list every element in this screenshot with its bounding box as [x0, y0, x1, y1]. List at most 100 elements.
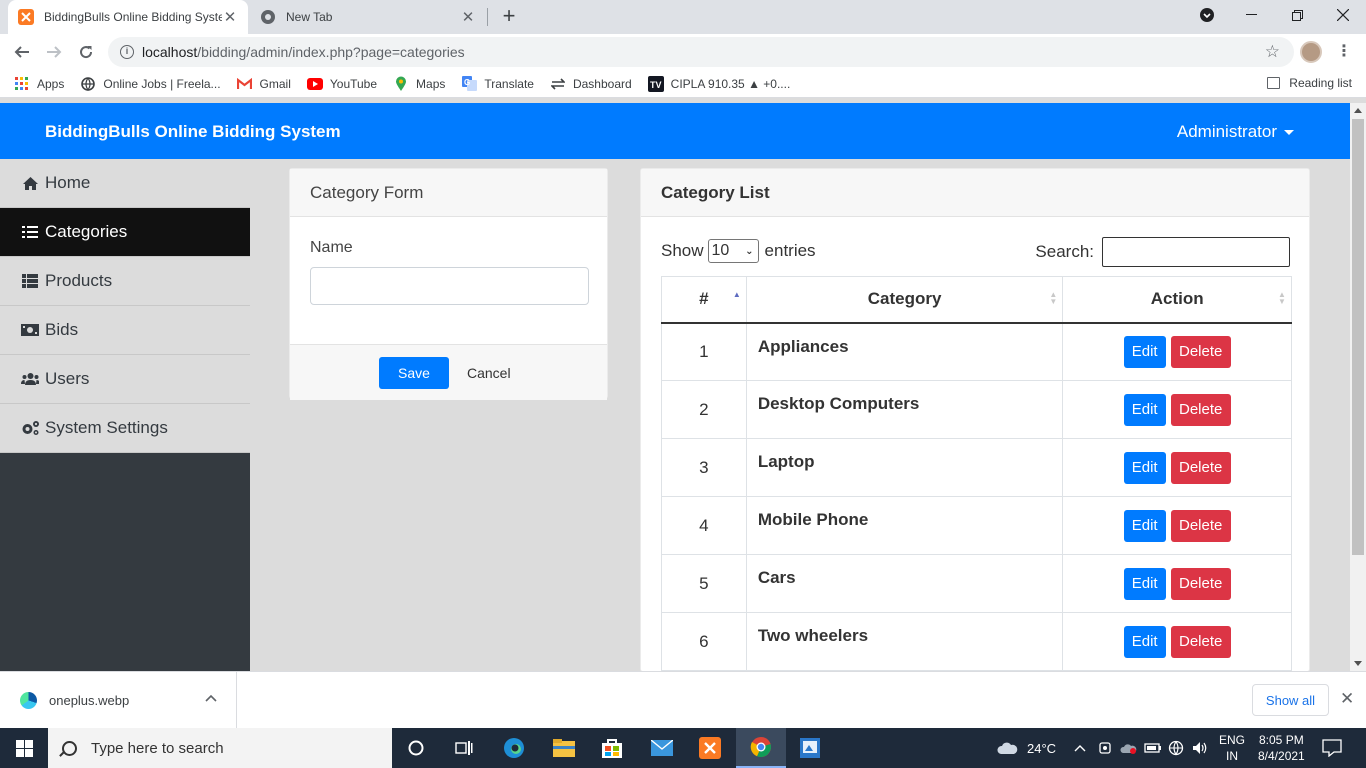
sidebar-item-categories[interactable]: Categories [0, 208, 250, 257]
mail-icon[interactable] [638, 728, 686, 768]
bookmark-cipla[interactable]: TV CIPLA 910.35 ▲ +0.... [647, 75, 790, 92]
sidebar-item-label: Bids [45, 320, 79, 339]
download-filename: oneplus.webp [49, 693, 130, 708]
battery-icon[interactable] [1144, 728, 1162, 768]
row-category: Laptop [745, 438, 1064, 497]
edit-button[interactable]: Edit [1123, 335, 1166, 368]
notifications-icon[interactable] [1322, 728, 1342, 768]
windows-start-icon[interactable] [0, 728, 48, 768]
xampp-icon[interactable] [686, 728, 734, 768]
edit-button[interactable]: Edit [1123, 625, 1166, 658]
tray-chevron-up-icon[interactable] [1074, 728, 1086, 768]
taskbar-search-box[interactable]: Type here to search [48, 728, 392, 768]
meet-now-icon[interactable] [1098, 728, 1112, 768]
page-scrollbar[interactable] [1350, 103, 1366, 671]
file-explorer-icon[interactable] [540, 728, 588, 768]
taskbar-clock[interactable]: 8:05 PM 8/4/2021 [1258, 732, 1305, 764]
weather-widget[interactable]: 24°C [996, 728, 1056, 768]
scroll-down-icon[interactable] [1354, 661, 1362, 666]
category-form-body: Name [290, 217, 607, 344]
address-bar[interactable]: i localhost/bidding/admin/index.php?page… [108, 37, 1294, 67]
bookmark-maps[interactable]: Maps [393, 76, 445, 92]
browser-menu-icon[interactable]: ⋮ [1336, 41, 1352, 61]
sidebar-item-system-settings[interactable]: System Settings [0, 404, 250, 453]
app-brand[interactable]: BiddingBulls Online Bidding System [45, 122, 341, 142]
reading-list-button[interactable]: Reading list [1267, 76, 1352, 90]
row-number: 1 [661, 322, 747, 381]
bookmark-dashboard[interactable]: Dashboard [550, 76, 632, 92]
row-number: 6 [661, 612, 747, 671]
chevron-up-icon[interactable] [205, 693, 217, 705]
delete-button[interactable]: Delete [1170, 335, 1231, 368]
sort-both-icon: ▲ ▼ [1049, 290, 1058, 306]
reading-list-icon [1267, 77, 1281, 89]
chevron-down-icon: ⌄ [745, 246, 754, 257]
reload-icon[interactable] [74, 40, 98, 64]
bookmark-gmail[interactable]: Gmail [237, 76, 291, 92]
new-tab-icon[interactable]: + [498, 5, 520, 27]
row-category: Cars [745, 554, 1064, 613]
onedrive-icon[interactable] [1120, 728, 1138, 768]
show-all-button[interactable]: Show all [1252, 684, 1329, 716]
row-number: 2 [661, 380, 747, 439]
delete-button[interactable]: Delete [1170, 451, 1231, 484]
download-item[interactable]: oneplus.webp [0, 672, 237, 729]
sidebar-item-users[interactable]: Users [0, 355, 250, 404]
edit-button[interactable]: Edit [1123, 567, 1166, 600]
save-button[interactable]: Save [379, 357, 449, 389]
edge-icon[interactable] [490, 728, 538, 768]
entries-select[interactable]: 10 ⌄ [707, 239, 759, 263]
microsoft-store-icon[interactable] [588, 728, 636, 768]
back-arrow-icon[interactable] [10, 40, 34, 64]
volume-icon[interactable] [1192, 728, 1210, 768]
browser-tab-new[interactable]: New Tab ✕ [250, 0, 486, 34]
category-form-title: Category Form [290, 169, 607, 217]
delete-button[interactable]: Delete [1170, 625, 1231, 658]
minimize-icon[interactable] [1228, 0, 1274, 30]
forward-arrow-icon[interactable] [42, 40, 66, 64]
table-row: 6 Two wheelers Edit Delete [661, 612, 1292, 671]
edit-button[interactable]: Edit [1123, 393, 1166, 426]
scrollbar-thumb[interactable] [1352, 119, 1364, 555]
user-menu-dropdown[interactable]: Administrator [1177, 122, 1294, 142]
bookmark-online-jobs[interactable]: Online Jobs | Freela... [80, 76, 221, 92]
name-input[interactable] [310, 267, 589, 305]
bookmark-youtube[interactable]: YouTube [306, 76, 377, 92]
browser-tab-active[interactable]: BiddingBulls Online Bidding System ✕ [8, 0, 248, 34]
paint-app-icon[interactable] [786, 728, 834, 768]
scroll-up-icon[interactable] [1354, 108, 1362, 113]
tab-search-icon[interactable] [1184, 0, 1230, 30]
sidebar-item-home[interactable]: Home [0, 159, 250, 208]
task-view-icon[interactable] [440, 728, 488, 768]
close-icon[interactable]: ✕ [1340, 689, 1354, 709]
bookmark-apps[interactable]: Apps [14, 76, 64, 92]
restore-icon[interactable] [1274, 0, 1320, 30]
delete-button[interactable]: Delete [1170, 567, 1231, 600]
tab-close-icon[interactable]: ✕ [222, 8, 238, 26]
cortana-icon[interactable] [392, 728, 440, 768]
column-header-action[interactable]: Action ▲ ▼ [1062, 276, 1292, 324]
network-globe-icon[interactable] [1168, 728, 1184, 768]
tab-close-icon[interactable]: ✕ [460, 8, 476, 26]
site-info-icon[interactable]: i [120, 45, 134, 59]
delete-button[interactable]: Delete [1170, 509, 1231, 542]
search-icon [62, 740, 77, 756]
profile-avatar[interactable] [1300, 41, 1322, 63]
cancel-button[interactable]: Cancel [467, 357, 511, 389]
bookmark-translate[interactable]: G Translate [461, 76, 534, 92]
sidebar-item-bids[interactable]: Bids [0, 306, 250, 355]
chrome-taskbar-icon[interactable] [736, 728, 786, 768]
column-header-category[interactable]: Category ▲ ▼ [745, 276, 1064, 324]
input-language[interactable]: ENG IN [1219, 732, 1245, 764]
sidebar-item-products[interactable]: Products [0, 257, 250, 306]
edit-button[interactable]: Edit [1123, 509, 1166, 542]
edit-button[interactable]: Edit [1123, 451, 1166, 484]
sidebar-item-label: Categories [45, 222, 128, 241]
close-window-icon[interactable] [1320, 0, 1366, 30]
bookmark-star-icon[interactable]: ☆ [1265, 42, 1280, 62]
search-label: Search: [1035, 242, 1094, 261]
search-input[interactable] [1102, 237, 1290, 267]
delete-button[interactable]: Delete [1170, 393, 1231, 426]
row-category: Mobile Phone [745, 496, 1064, 555]
column-header-number[interactable]: # ▲▼ [661, 276, 747, 324]
